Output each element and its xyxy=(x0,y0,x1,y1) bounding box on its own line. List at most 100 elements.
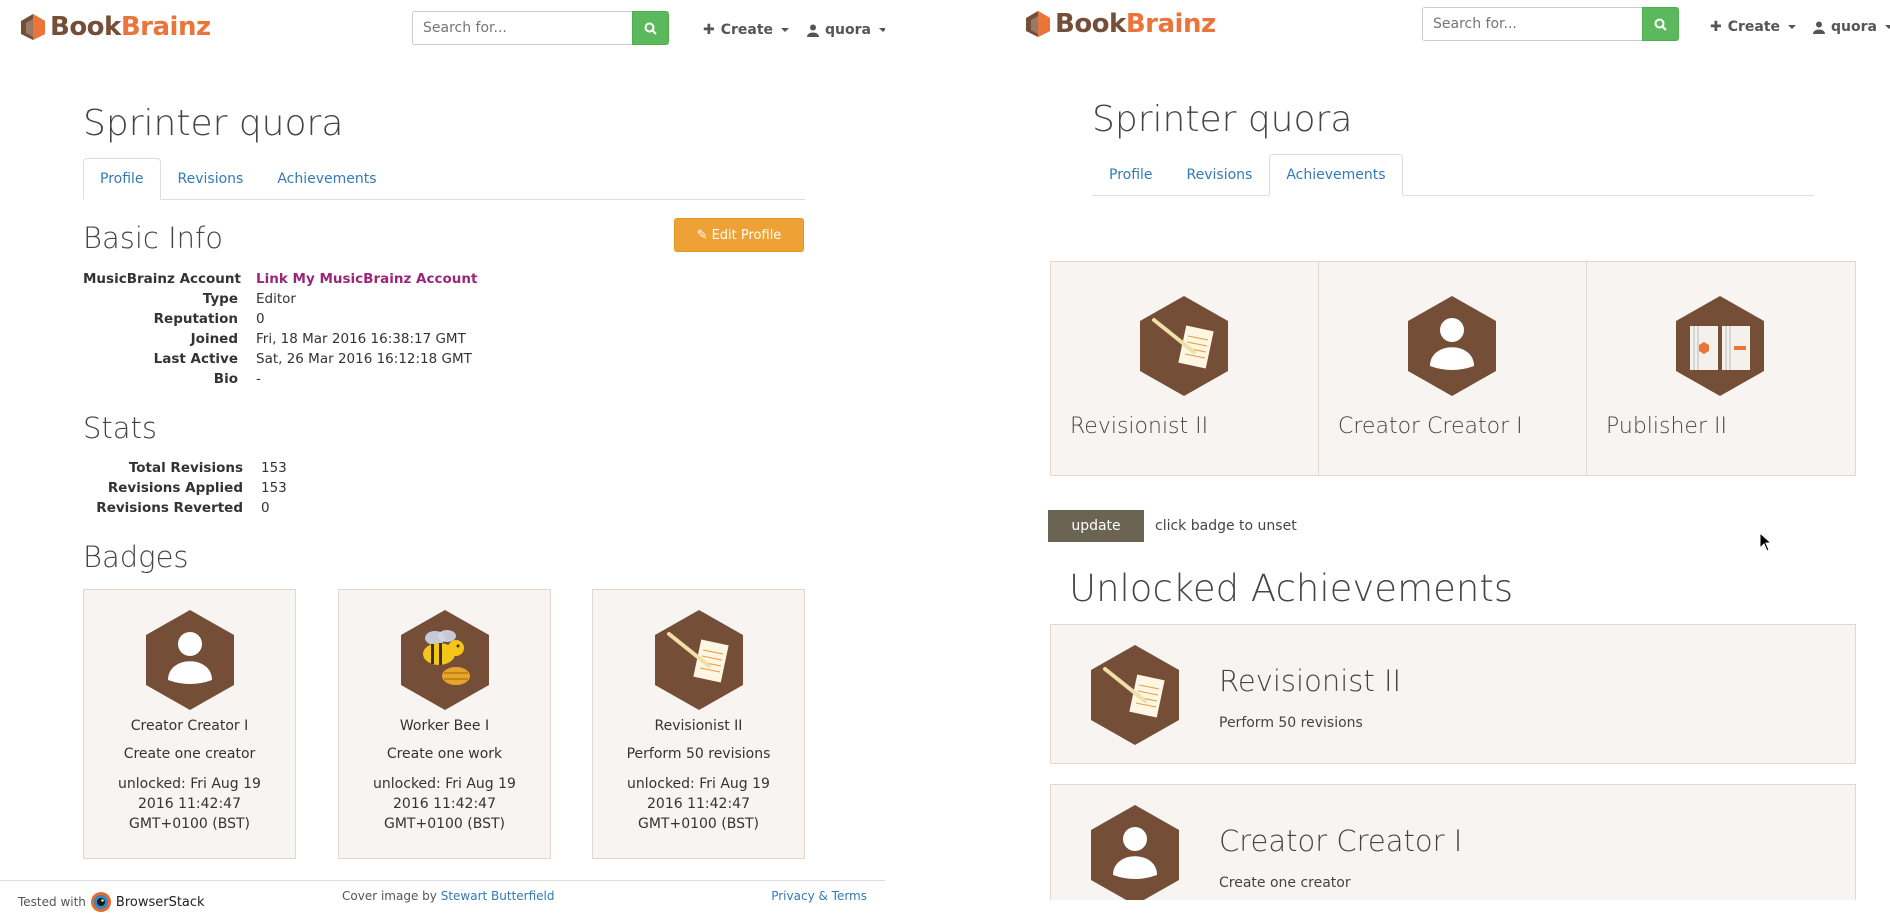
info-value: Link My MusicBrainz Account xyxy=(256,271,477,288)
selected-badge-label: Creator Creator I xyxy=(1338,414,1523,439)
info-value: 0 xyxy=(256,311,265,327)
user-menu[interactable]: quora xyxy=(1813,19,1890,35)
unlock-line: GMT+0100 (BST) xyxy=(128,816,250,832)
badge-card[interactable]: Revisionist II Perform 50 revisions unlo… xyxy=(592,589,805,859)
chevron-down-icon xyxy=(1788,25,1797,29)
achievement-title: Creator Creator I xyxy=(1219,824,1463,858)
unlock-line: GMT+0100 (BST) xyxy=(383,816,505,832)
stats-list: Total Revisions 153 Revisions Applied 15… xyxy=(83,460,287,517)
selected-badge[interactable]: Creator Creator I xyxy=(1318,261,1587,476)
user-menu-label: quora xyxy=(1831,19,1877,35)
badge-card[interactable]: Creator Creator I Create one creator unl… xyxy=(83,589,296,859)
bookbrainz-logo-icon xyxy=(21,14,45,40)
info-label: MusicBrainz Account xyxy=(83,271,241,287)
search-icon xyxy=(1654,18,1667,31)
stats-heading: Stats xyxy=(83,411,158,445)
unlock-line: unlocked: Fri Aug 19 xyxy=(118,776,261,792)
plus-icon: ✚ xyxy=(1710,19,1722,35)
quill-icon xyxy=(1091,645,1179,745)
publisher-icon xyxy=(1676,296,1764,396)
unlocked-achievement-card[interactable]: Creator Creator I Create one creator xyxy=(1050,784,1856,900)
search-icon xyxy=(644,22,657,35)
bookbrainz-logo[interactable]: BookBrainz xyxy=(1025,9,1216,39)
badge-description: Create one creator xyxy=(123,746,256,762)
unset-hint: click badge to unset xyxy=(1155,518,1297,534)
badge-title: Creator Creator I xyxy=(130,718,249,734)
info-label: Reputation xyxy=(153,311,238,327)
info-label: Bio xyxy=(213,371,238,387)
unlock-line: GMT+0100 (BST) xyxy=(637,816,759,832)
unlocked-achievement-card[interactable]: Revisionist II Perform 50 revisions xyxy=(1050,624,1856,764)
basic-info-list: MusicBrainz Account Link My MusicBrainz … xyxy=(83,271,477,388)
info-value: Sat, 26 Mar 2016 16:12:18 GMT xyxy=(256,351,472,367)
link-musicbrainz-account-link[interactable]: Link My MusicBrainz Account xyxy=(256,271,477,287)
search-form xyxy=(412,11,669,45)
unlock-line: unlocked: Fri Aug 19 xyxy=(373,776,516,792)
chevron-down-icon xyxy=(1884,25,1890,29)
badge-unlocked-date: unlocked: Fri Aug 19 2016 11:42:47 GMT+0… xyxy=(593,774,804,834)
stat-value: 153 xyxy=(261,460,287,476)
logo-text-book: Book xyxy=(1055,9,1126,39)
create-menu-label: Create xyxy=(1727,19,1781,35)
bookbrainz-logo-icon xyxy=(1026,11,1050,37)
achievements-view-panel: BookBrainz ✚ Create quora Sprinter quora… xyxy=(1005,0,1890,900)
info-label: Type xyxy=(202,291,238,307)
unlocked-achievements-heading: Unlocked Achievements xyxy=(1069,567,1514,610)
badge-title: Revisionist II xyxy=(654,718,743,734)
info-value: - xyxy=(256,371,261,387)
search-input[interactable] xyxy=(412,11,632,45)
logo-text-brainz: Brainz xyxy=(120,12,211,42)
profile-view-panel: BookBrainz ✚ Create quora Sprinter quora… xyxy=(0,0,885,916)
achievement-title: Revisionist II xyxy=(1219,664,1402,698)
edit-profile-button[interactable]: ✎ Edit Profile xyxy=(674,218,804,252)
selected-badge[interactable]: Revisionist II xyxy=(1050,261,1319,476)
user-menu-label: quora xyxy=(825,22,871,38)
badges-heading: Badges xyxy=(83,540,189,574)
info-value: Fri, 18 Mar 2016 16:38:17 GMT xyxy=(256,331,466,347)
tab-profile[interactable]: Profile xyxy=(83,158,161,200)
badge-description: Create one work xyxy=(386,746,503,762)
unlock-line: unlocked: Fri Aug 19 xyxy=(627,776,770,792)
edit-profile-label: Edit Profile xyxy=(711,227,782,243)
creator-icon xyxy=(1408,296,1496,396)
logo-text-book: Book xyxy=(50,12,121,42)
bookbrainz-logo[interactable]: BookBrainz xyxy=(20,12,211,42)
info-value: Editor xyxy=(256,291,296,307)
badge-unlocked-date: unlocked: Fri Aug 19 2016 11:42:47 GMT+0… xyxy=(339,774,550,834)
update-button[interactable]: update xyxy=(1048,510,1144,542)
create-menu-label: Create xyxy=(720,22,774,38)
tab-revisions[interactable]: Revisions xyxy=(161,158,261,200)
user-menu[interactable]: quora xyxy=(807,22,885,38)
badge-card[interactable]: Worker Bee I Create one work unlocked: F… xyxy=(338,589,551,859)
badge-unlocked-date: unlocked: Fri Aug 19 2016 11:42:47 GMT+0… xyxy=(84,774,295,834)
cover-author-link[interactable]: Stewart Butterfield xyxy=(441,889,555,903)
create-menu[interactable]: ✚ Create xyxy=(1710,19,1797,35)
privacy-terms-link[interactable]: Privacy & Terms xyxy=(771,889,867,903)
footer: Tested with BrowserStack Cover image by … xyxy=(0,880,885,912)
selected-badge-label: Publisher II xyxy=(1606,414,1727,439)
cover-credit: Cover image by Stewart Butterfield xyxy=(342,889,555,903)
tab-achievements[interactable]: Achievements xyxy=(260,158,393,200)
browserstack-label[interactable]: BrowserStack xyxy=(116,895,205,910)
tab-revisions[interactable]: Revisions xyxy=(1170,154,1270,196)
stat-label: Revisions Applied xyxy=(107,480,243,496)
search-button[interactable] xyxy=(1642,7,1679,41)
info-label: Joined xyxy=(190,331,238,347)
achievement-description: Perform 50 revisions xyxy=(1219,715,1363,731)
plus-icon: ✚ xyxy=(703,22,715,38)
create-menu[interactable]: ✚ Create xyxy=(703,22,790,38)
quill-icon xyxy=(654,610,743,710)
tab-profile[interactable]: Profile xyxy=(1092,154,1170,196)
info-label: Last Active xyxy=(153,351,238,367)
logo-text-brainz: Brainz xyxy=(1125,9,1216,39)
selected-badge[interactable]: Publisher II xyxy=(1586,261,1856,476)
user-icon xyxy=(807,24,819,37)
badge-description: Perform 50 revisions xyxy=(626,746,771,762)
tab-achievements[interactable]: Achievements xyxy=(1269,154,1403,196)
search-input[interactable] xyxy=(1422,7,1642,41)
search-button[interactable] xyxy=(632,11,669,45)
page-title: Sprinter quora xyxy=(83,103,344,144)
stat-label: Total Revisions xyxy=(128,460,243,476)
stat-value: 0 xyxy=(261,500,270,516)
bee-icon xyxy=(400,610,489,710)
